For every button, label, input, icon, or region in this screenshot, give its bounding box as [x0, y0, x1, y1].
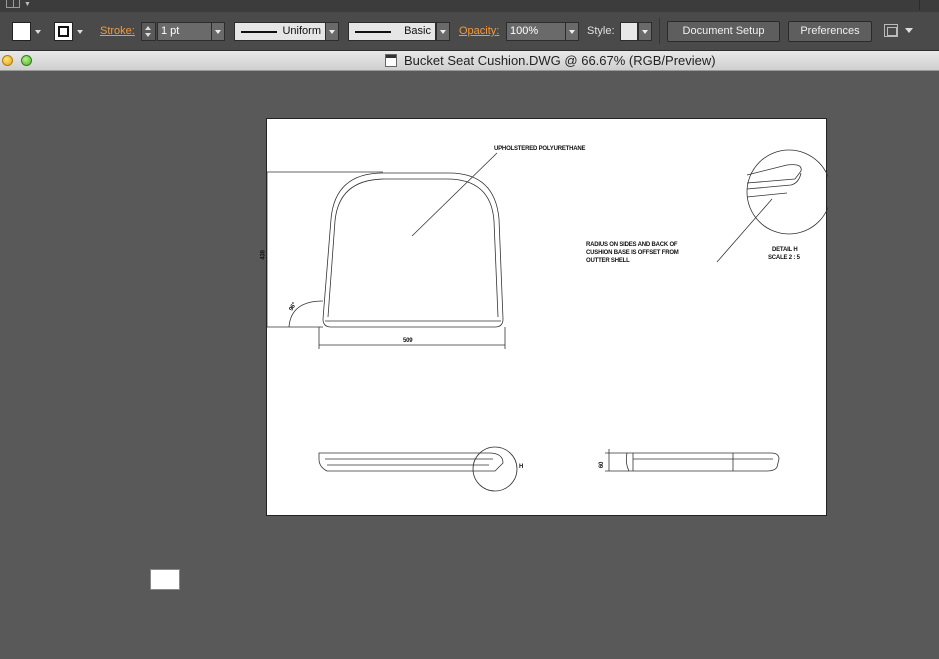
- stroke-weight-dropdown-icon[interactable]: [211, 22, 225, 41]
- minimize-window-button[interactable]: [2, 55, 13, 66]
- document-title-bar: Bucket Seat Cushion.DWG @ 66.67% (RGB/Pr…: [0, 51, 939, 71]
- document-title: Bucket Seat Cushion.DWG @ 66.67% (RGB/Pr…: [404, 53, 716, 68]
- artboard[interactable]: UPHOLSTERED POLYURETHANE RADIUS ON SIDES…: [261, 118, 828, 516]
- panel-menu-arrow-icon[interactable]: [905, 28, 913, 33]
- divider: [919, 0, 920, 10]
- zoom-window-button[interactable]: [21, 55, 32, 66]
- radius-callout-line-1: RADIUS ON SIDES AND BACK OF: [586, 242, 678, 248]
- cushion-top-view-outer: [322, 172, 504, 328]
- detail-h-profile-3: [746, 192, 788, 198]
- brush-dropdown-icon[interactable]: [436, 22, 450, 41]
- arrange-documents-icon[interactable]: [6, 0, 20, 8]
- material-leader-line: [411, 152, 498, 237]
- cushion-top-view-inner: [327, 178, 499, 318]
- canvas-object-rectangle[interactable]: [150, 569, 180, 590]
- control-bar: Stroke: 1 pt Uniform Basic Opacity: 100%…: [0, 12, 939, 51]
- brush-line-preview: [355, 31, 391, 33]
- detail-scale: SCALE 2 : 5: [768, 255, 800, 261]
- technical-drawing: [267, 149, 828, 492]
- stroke-color-dropdown-arrow-icon[interactable]: [74, 22, 86, 41]
- profile-label: Uniform: [282, 25, 321, 37]
- divider: [659, 18, 660, 44]
- variable-width-profile-select[interactable]: Uniform: [234, 22, 326, 41]
- application-top-strip: ▼: [0, 0, 939, 12]
- detail-marker-label: H: [519, 464, 524, 470]
- brush-label: Basic: [404, 25, 431, 37]
- fill-color-swatch[interactable]: [12, 22, 31, 41]
- arrange-panels-icon[interactable]: [884, 24, 898, 37]
- detail-title: DETAIL H: [772, 247, 798, 253]
- opacity-dropdown-icon[interactable]: [565, 22, 579, 41]
- style-label: Style:: [587, 25, 615, 37]
- graphic-style-swatch[interactable]: [620, 22, 638, 41]
- opacity-label[interactable]: Opacity:: [459, 22, 499, 41]
- brush-definition-select[interactable]: Basic: [348, 22, 436, 41]
- fill-dropdown-arrow-icon[interactable]: [32, 22, 44, 41]
- detail-leader-line: [716, 198, 773, 263]
- profile-dropdown-icon[interactable]: [325, 22, 339, 41]
- opacity-field[interactable]: 100%: [506, 22, 566, 41]
- radius-callout-line-3: OUTTER SHELL: [586, 258, 630, 264]
- width-dimension-value: 509: [403, 338, 413, 344]
- stroke-weight-field[interactable]: 1 pt: [157, 22, 212, 41]
- material-callout: UPHOLSTERED POLYURETHANE: [494, 146, 586, 152]
- cushion-front-view: [318, 452, 504, 472]
- preferences-button[interactable]: Preferences: [788, 21, 872, 42]
- profile-line-preview: [241, 31, 277, 33]
- stroke-weight-stepper[interactable]: [141, 22, 156, 41]
- document-setup-button[interactable]: Document Setup: [667, 21, 780, 42]
- stroke-color-swatch[interactable]: [54, 22, 73, 41]
- radius-callout-line-2: CUSHION BASE IS OFFSET FROM: [586, 250, 679, 256]
- cushion-side-view: [625, 452, 780, 472]
- document-file-icon: [385, 54, 397, 67]
- stroke-label[interactable]: Stroke:: [100, 22, 135, 41]
- height-dimension-value: 438: [260, 250, 267, 260]
- style-dropdown-icon[interactable]: [638, 22, 652, 41]
- detail-h-circle: [746, 149, 828, 235]
- thickness-dimension-value: 60: [599, 461, 606, 469]
- chevron-down-icon[interactable]: ▼: [24, 1, 31, 8]
